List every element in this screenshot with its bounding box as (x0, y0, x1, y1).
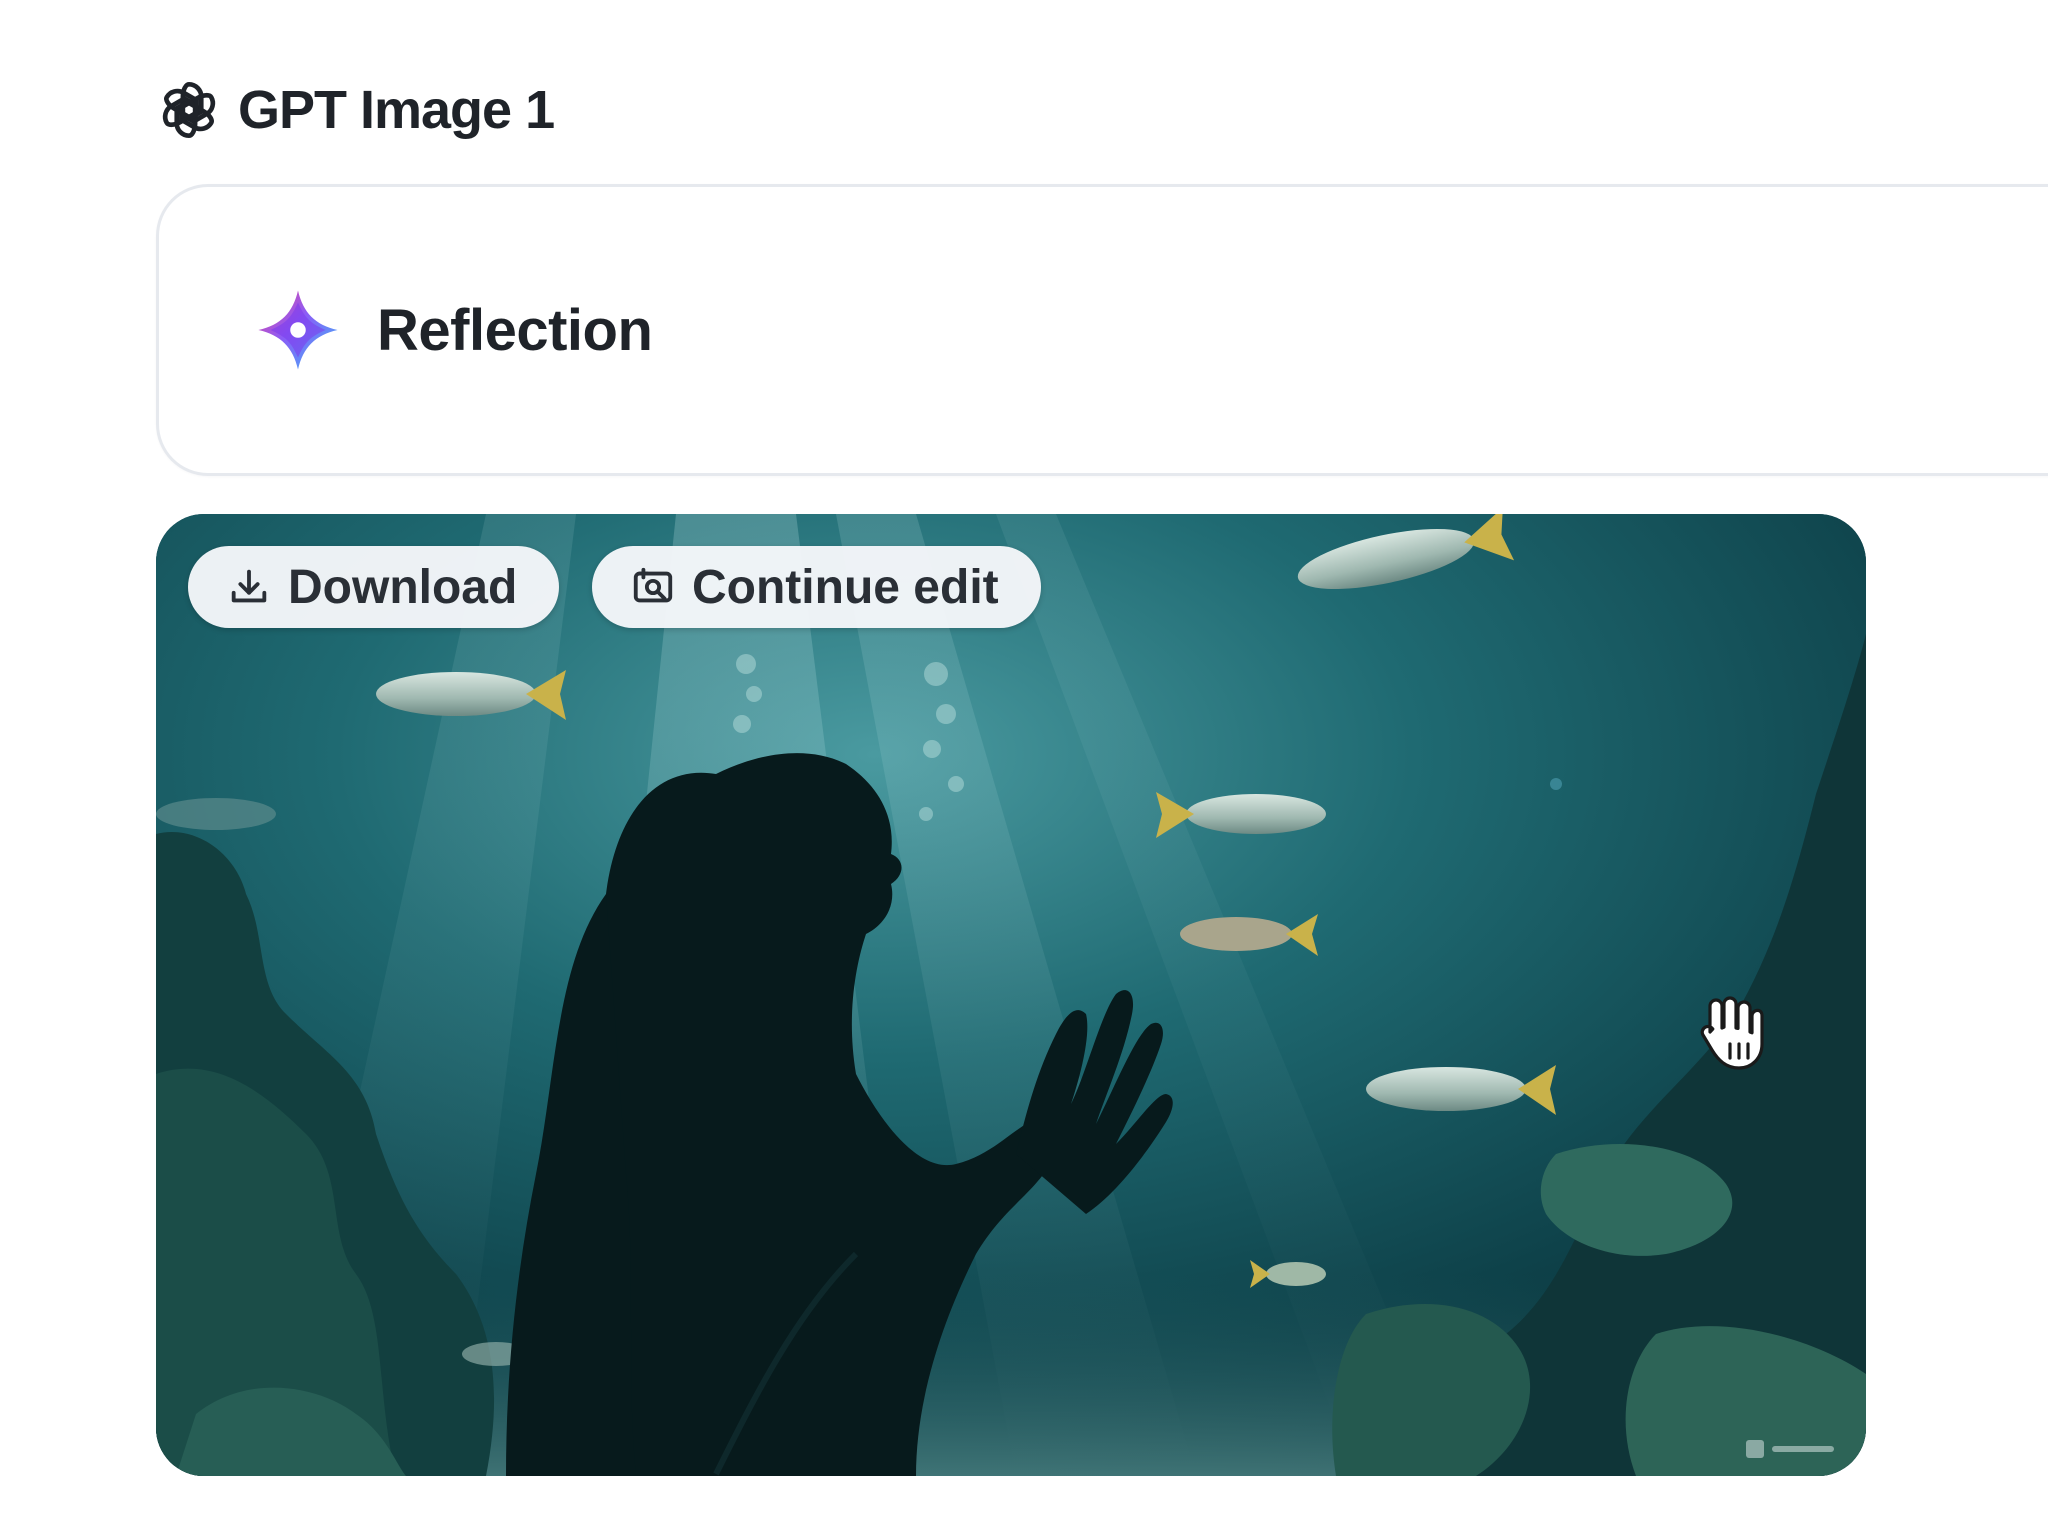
continue-edit-label: Continue edit (692, 560, 999, 614)
hand-cursor-icon (1696, 992, 1768, 1072)
openai-logo-icon (154, 75, 224, 145)
watermark-logo (1746, 1438, 1836, 1460)
aquarium-scene (156, 514, 1866, 1476)
prompt-card: Reflection (156, 184, 2048, 476)
model-header: GPT Image 1 (154, 70, 555, 150)
continue-edit-button[interactable]: Continue edit (592, 546, 1041, 628)
edit-image-icon (630, 564, 676, 610)
prompt-row: Reflection (255, 287, 653, 373)
prompt-text: Reflection (377, 297, 653, 363)
download-label: Download (288, 560, 518, 614)
sparkle-icon (255, 287, 341, 373)
generated-image[interactable]: Download Continue edit (156, 514, 1866, 1476)
model-title: GPT Image 1 (238, 80, 555, 140)
download-icon (226, 564, 272, 610)
download-button[interactable]: Download (188, 546, 560, 628)
